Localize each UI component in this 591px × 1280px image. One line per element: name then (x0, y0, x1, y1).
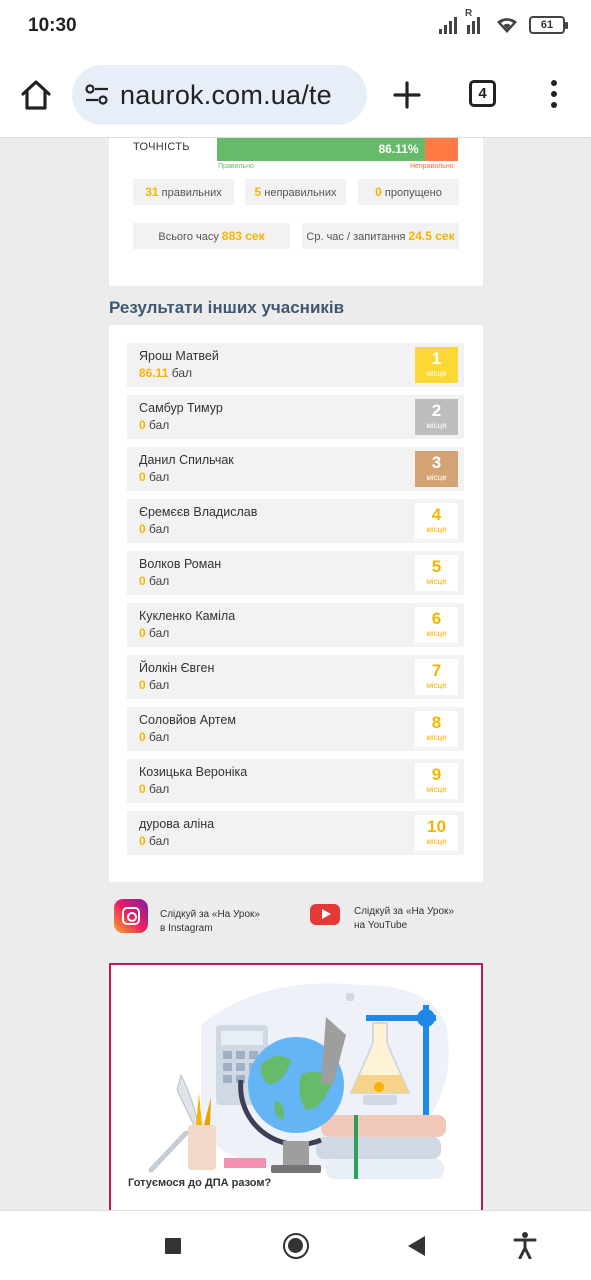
browser-toolbar: naurok.com.ua/te 4 (0, 52, 591, 138)
status-bar: 10:30 R 61 (0, 0, 591, 52)
place-badge: 9 місце (415, 763, 458, 799)
signal-roaming-icon: R (465, 8, 485, 34)
skipped-stat: 0 пропущено (358, 179, 459, 205)
tabs-icon[interactable]: 4 (469, 80, 496, 107)
participant-name: Соловйов Артем (139, 713, 236, 727)
status-time: 10:30 (28, 15, 77, 36)
recent-apps-icon[interactable] (165, 1238, 181, 1254)
participant-row: Єремєєв Владислав 0 бал 4 місце (127, 499, 464, 543)
participant-row: Кукленко Каміла 0 бал 6 місце (127, 603, 464, 647)
accuracy-bar: 86.11% (217, 138, 458, 161)
participant-name: Самбур Тимур (139, 401, 223, 415)
participant-name: Данил Спильчак (139, 453, 234, 467)
wifi-icon (497, 18, 517, 33)
participant-score: 0 бал (139, 522, 170, 536)
signal-icon (439, 16, 457, 34)
place-badge: 1 місце (415, 347, 458, 383)
participant-name: Ярош Матвей (139, 349, 219, 363)
participant-score: 0 бал (139, 782, 170, 796)
participant-score: 0 бал (139, 574, 170, 588)
correct-legend: Правильно (218, 163, 254, 170)
participant-name: Волков Роман (139, 557, 222, 571)
participant-score: 0 бал (139, 470, 170, 484)
place-badge: 6 місце (415, 607, 458, 643)
youtube-link[interactable]: Слідкуй за «На Урок» на YouTube (354, 905, 454, 933)
total-time-stat: Всього часу 883 сек (133, 223, 290, 249)
participant-row: Самбур Тимур 0 бал 2 місце (127, 395, 464, 439)
participant-row: дурова аліна 0 бал 10 місце (127, 811, 464, 855)
participant-name: Єремєєв Владислав (139, 505, 258, 519)
participant-name: Козицька Вероніка (139, 765, 248, 779)
participant-score: 0 бал (139, 678, 170, 692)
incorrect-stat: 5 неправильних (245, 179, 346, 205)
new-tab-icon[interactable] (392, 80, 422, 110)
battery-icon: 61 (529, 16, 568, 34)
more-menu-icon[interactable] (549, 80, 559, 110)
participant-row: Йолкін Євген 0 бал 7 місце (127, 655, 464, 699)
participant-row: Данил Спильчак 0 бал 3 місце (127, 447, 464, 491)
correct-stat: 31 правильних (133, 179, 234, 205)
participant-score: 0 бал (139, 730, 170, 744)
participant-row: Волков Роман 0 бал 5 місце (127, 551, 464, 595)
instagram-link[interactable]: Слідкуй за «На Урок» в Instagram (160, 908, 260, 936)
accuracy-value: 86.11% (378, 142, 419, 156)
url-text: naurok.com.ua/te (120, 80, 332, 110)
place-badge: 3 місце (415, 451, 458, 487)
address-bar[interactable]: naurok.com.ua/te (72, 65, 367, 125)
place-badge: 5 місце (415, 555, 458, 591)
accuracy-label: ТОЧНІСТЬ (133, 141, 190, 153)
incorrect-legend: Неправильно (410, 163, 454, 170)
place-badge: 8 місце (415, 711, 458, 747)
site-settings-icon[interactable] (84, 83, 110, 107)
participant-score: 0 бал (139, 418, 170, 432)
participant-score: 0 бал (139, 626, 170, 640)
participant-score: 0 бал (139, 834, 170, 848)
accessibility-icon[interactable] (513, 1231, 537, 1259)
participants-title: Результати інших учасників (109, 298, 345, 317)
place-badge: 4 місце (415, 503, 458, 539)
participant-name: Кукленко Каміла (139, 609, 236, 623)
instagram-icon[interactable] (114, 899, 148, 933)
participant-row: Соловйов Артем 0 бал 8 місце (127, 707, 464, 751)
place-badge: 7 місце (415, 659, 458, 695)
participant-score: 86.11 бал (139, 366, 192, 380)
avg-time-stat: Ср. час / запитання 24.5 сек (302, 223, 459, 249)
youtube-icon[interactable] (310, 904, 340, 925)
home-circle-icon[interactable] (283, 1233, 309, 1259)
participant-row: Ярош Матвей 86.11 бал 1 місце (127, 343, 464, 387)
accuracy-bar-correct: 86.11% (217, 138, 425, 161)
participant-name: дурова аліна (139, 817, 215, 831)
back-icon[interactable] (408, 1236, 425, 1256)
promo-title: Готуємося до ДПА разом? (128, 1177, 272, 1189)
home-icon[interactable] (18, 77, 54, 113)
place-badge: 2 місце (415, 399, 458, 435)
system-nav-bar (0, 1210, 591, 1280)
participant-name: Йолкін Євген (139, 661, 215, 675)
place-badge: 10 місце (415, 815, 458, 851)
participant-row: Козицька Вероніка 0 бал 9 місце (127, 759, 464, 803)
